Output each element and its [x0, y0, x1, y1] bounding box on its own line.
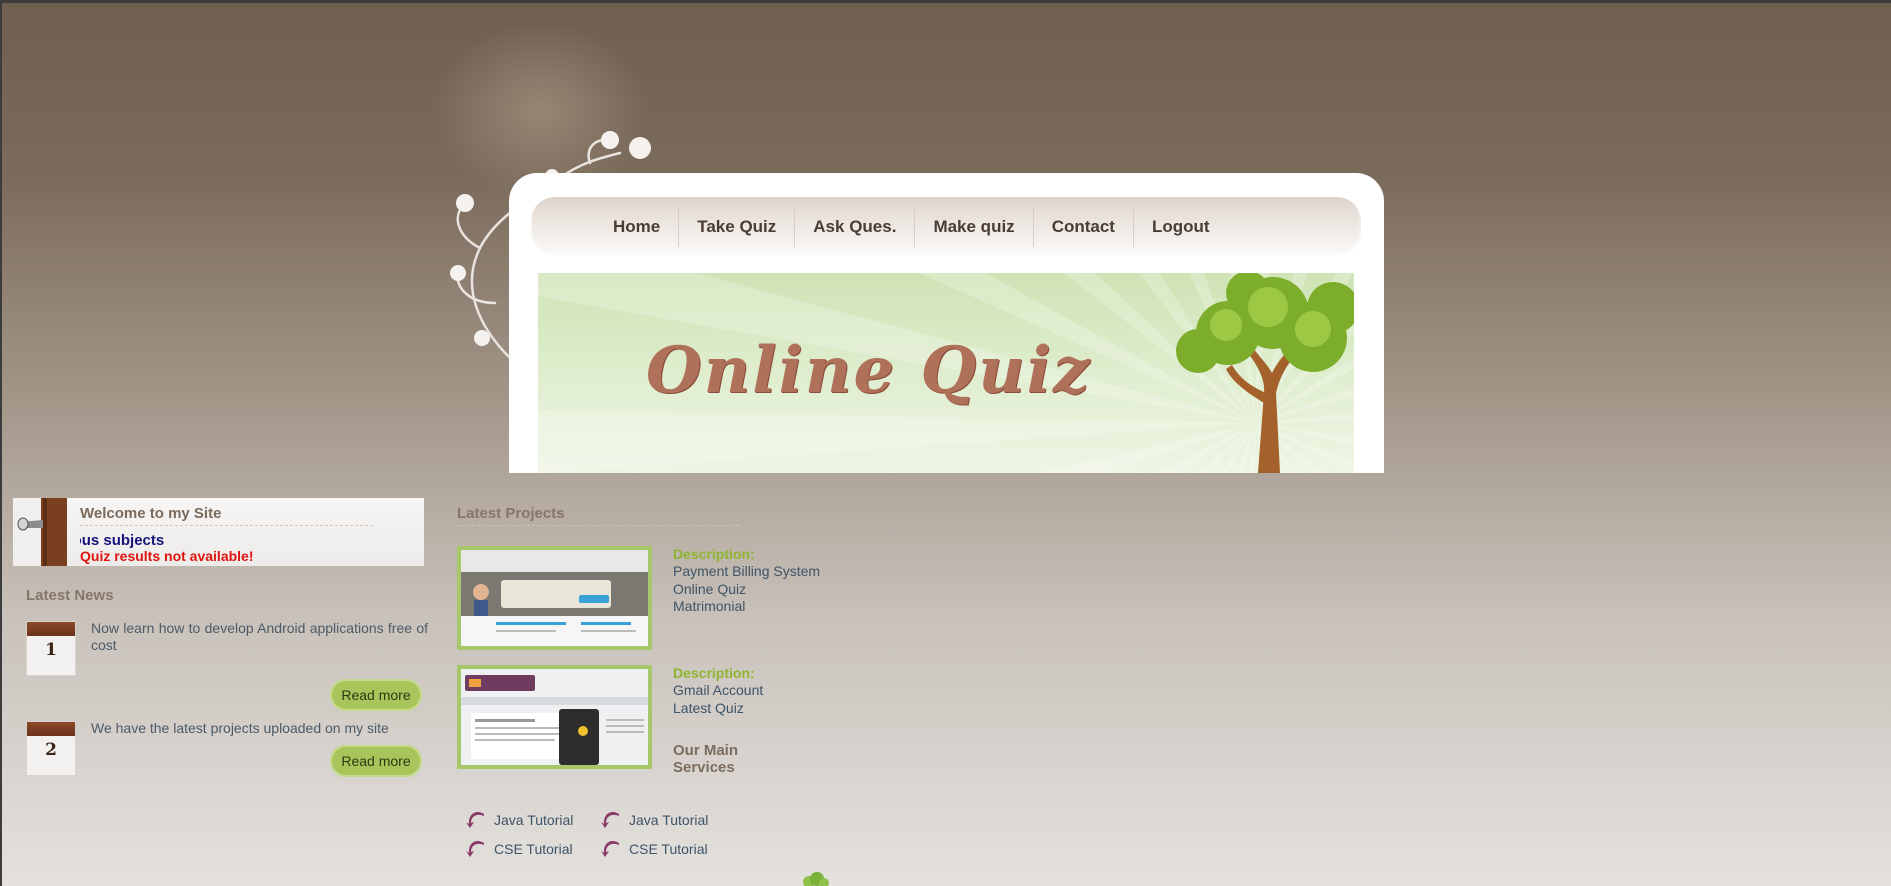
welcome-divider — [80, 525, 373, 526]
project-link-matrimonial[interactable]: Matrimonial — [673, 598, 745, 614]
project-link-gmail-account[interactable]: Gmail Account — [673, 682, 763, 698]
nav-ask-question[interactable]: Ask Ques. — [795, 207, 916, 247]
nav-logout[interactable]: Logout — [1134, 207, 1228, 247]
tutorial-link[interactable]: CSE Tutorial — [494, 841, 573, 857]
news-number: 2 — [45, 740, 57, 760]
project-description-label: Description: — [673, 546, 755, 562]
site-banner: Online Quiz — [538, 273, 1354, 473]
window-top-border — [0, 0, 1891, 3]
read-more-button[interactable]: Read more — [330, 679, 422, 711]
read-more-button[interactable]: Read more — [330, 745, 422, 777]
news-badge-2: 2 — [26, 721, 76, 776]
project-link-payment-billing[interactable]: Payment Billing System — [673, 563, 820, 579]
marquee-text: Try taking quizzes on various subjects — [80, 532, 165, 549]
nav-make-quiz[interactable]: Make quiz — [915, 207, 1034, 247]
news-number: 1 — [45, 640, 57, 660]
our-main-services-heading: Our Main Services — [673, 742, 739, 776]
arrow-curl-icon — [601, 841, 619, 857]
project-link-latest-quiz[interactable]: Latest Quiz — [673, 700, 744, 716]
tutorial-link[interactable]: Java Tutorial — [629, 812, 708, 828]
nav-home[interactable]: Home — [595, 207, 680, 247]
project-thumbnail-2[interactable] — [457, 665, 652, 769]
nav-contact[interactable]: Contact — [1034, 207, 1134, 247]
door-handle-icon — [13, 498, 67, 566]
main-navigation: Home Take Quiz Ask Ques. Make quiz Conta… — [531, 197, 1361, 257]
project-link-online-quiz[interactable]: Online Quiz — [673, 581, 746, 597]
latest-projects-heading: Latest Projects — [457, 505, 565, 522]
arrow-curl-icon — [466, 812, 484, 828]
news-item-text: We have the latest projects uploaded on … — [91, 720, 389, 736]
news-item-text: Now learn how to develop Android applica… — [91, 620, 428, 653]
news-badge-1: 1 — [26, 621, 76, 676]
banner-title: Online Quiz — [646, 333, 1092, 408]
latest-news-heading: Latest News — [26, 587, 114, 604]
quiz-result-message: Quiz results not available! — [80, 548, 254, 564]
great-jobs-screenshot-icon — [461, 669, 648, 765]
tree-illustration-icon — [1176, 273, 1354, 473]
welcome-box: Welcome to my Site Try taking quizzes on… — [13, 498, 424, 566]
arrow-curl-icon — [466, 841, 484, 857]
project-thumbnail-1[interactable] — [457, 546, 652, 650]
project-description-label: Description: — [673, 665, 755, 681]
welcome-title: Welcome to my Site — [80, 505, 222, 522]
window-left-border — [0, 0, 2, 886]
welcome-marquee: Try taking quizzes on various subjects — [80, 532, 420, 549]
latest-projects-divider — [457, 525, 739, 526]
leaf-icon — [803, 872, 829, 886]
latest-news-divider — [26, 606, 306, 607]
tutorial-link[interactable]: CSE Tutorial — [629, 841, 708, 857]
nav-take-quiz[interactable]: Take Quiz — [679, 207, 796, 247]
job-portal-screenshot-icon — [461, 550, 648, 646]
tutorial-link[interactable]: Java Tutorial — [494, 812, 573, 828]
arrow-curl-icon — [601, 812, 619, 828]
